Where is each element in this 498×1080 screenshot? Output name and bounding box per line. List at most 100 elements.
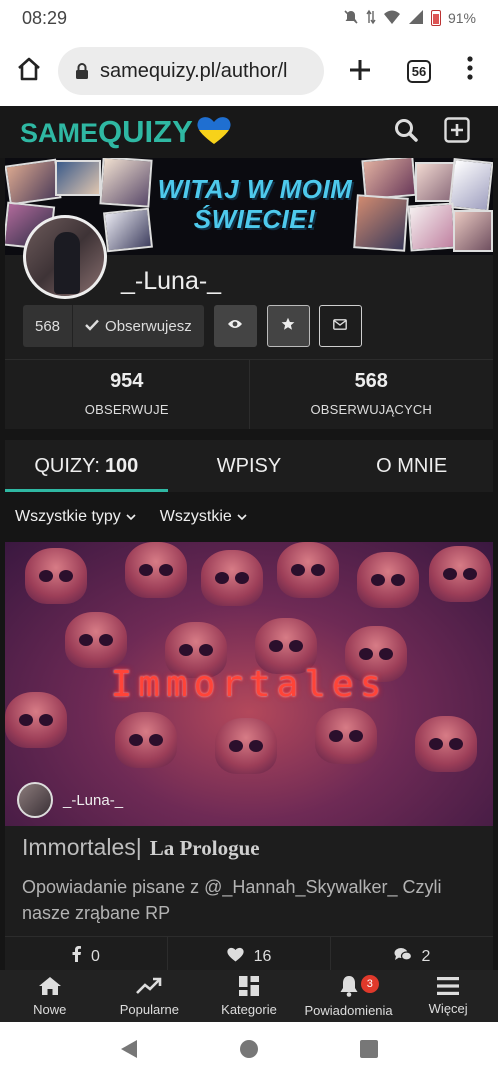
eye-icon xyxy=(227,317,243,335)
facebook-icon xyxy=(72,946,82,967)
quiz-description: Opowiadanie pisane z @_Hannah_Skywalker_… xyxy=(22,877,442,923)
message-button[interactable] xyxy=(318,305,362,347)
quiz-card[interactable]: Immortales _-Luna-_ Immortales| La Prolo… xyxy=(5,542,493,970)
wifi-icon xyxy=(383,9,401,28)
skull-2 xyxy=(125,542,187,598)
home-circle-icon[interactable] xyxy=(239,1039,259,1064)
tab-quizzes-count: 100 xyxy=(104,454,139,477)
star-icon xyxy=(281,317,295,336)
author-name: _-Luna-_ xyxy=(63,791,124,809)
following-count: 954 xyxy=(110,370,144,392)
quiz-cover-image[interactable]: Immortales _-Luna-_ xyxy=(5,542,493,826)
followers-stat[interactable]: 568 OBSERWUJĄCYCH xyxy=(248,360,494,429)
tab-about-label: O MNIE xyxy=(376,454,448,477)
filters-row: Wszystkie typy Wszystkie xyxy=(0,492,498,542)
banner-art-1 xyxy=(5,158,62,206)
banner-greeting: WITAJ W MOIM ŚWIECIE! xyxy=(155,174,355,234)
browser-toolbar: samequizy.pl/author/l 56 xyxy=(0,36,498,106)
kebab-menu-icon xyxy=(467,55,473,87)
type-filter-dropdown[interactable]: Wszystkie typy xyxy=(15,508,136,526)
nav-categories[interactable]: Kategorie xyxy=(199,970,299,1022)
nav-categories-label: Kategorie xyxy=(221,1001,277,1017)
address-bar[interactable]: samequizy.pl/author/l xyxy=(58,47,324,95)
bottom-navigation: Nowe Popularne Kategorie 3 Powiadomienia… xyxy=(0,970,498,1022)
nav-more[interactable]: Więcej xyxy=(398,970,498,1022)
watch-button[interactable] xyxy=(213,305,257,347)
nav-more-label: Więcej xyxy=(428,1000,468,1016)
skull-7 xyxy=(65,612,127,668)
quiz-title-main: Immortales| xyxy=(22,834,142,860)
status-filter-dropdown[interactable]: Wszystkie xyxy=(160,508,247,526)
banner-line-1: WITAJ W MOIM xyxy=(157,174,353,204)
android-navigation-bar xyxy=(0,1022,498,1080)
cover-title-text: Immortales xyxy=(110,664,388,705)
skull-15 xyxy=(415,716,477,772)
search-icon[interactable] xyxy=(394,118,418,147)
skull-14 xyxy=(315,708,377,764)
home-icon xyxy=(38,976,62,999)
share-count: 0 xyxy=(91,947,100,965)
quiz-title[interactable]: Immortales| La Prologue xyxy=(22,834,260,861)
skull-12 xyxy=(115,712,177,768)
logo-quizy: QUIZY xyxy=(98,114,193,149)
like-button[interactable]: 16 xyxy=(167,937,330,970)
status-bar: 08:29 91% xyxy=(0,0,498,36)
nav-new[interactable]: Nowe xyxy=(0,970,100,1022)
recents-icon[interactable] xyxy=(359,1039,378,1063)
home-button[interactable] xyxy=(0,36,58,106)
share-facebook-button[interactable]: 0 xyxy=(5,937,167,970)
tab-quizzes[interactable]: QUIZY: 100 xyxy=(5,440,168,492)
skull-6 xyxy=(429,546,491,602)
type-filter-label: Wszystkie typy xyxy=(15,508,121,525)
comment-count: 2 xyxy=(421,947,431,965)
banner-line-2: ŚWIECIE! xyxy=(193,204,317,234)
author-avatar xyxy=(17,782,53,818)
nav-notifications[interactable]: 3 Powiadomienia xyxy=(299,970,399,1022)
banner-art-3 xyxy=(99,158,153,208)
status-time: 08:29 xyxy=(22,7,68,28)
site-logo[interactable]: SAME QUIZY xyxy=(20,114,233,150)
avatar[interactable] xyxy=(23,215,107,299)
skull-4 xyxy=(277,542,339,598)
battery-icon xyxy=(430,10,441,26)
follow-button[interactable]: Obserwujesz xyxy=(73,305,204,347)
tab-count: 56 xyxy=(406,59,432,83)
tab-switcher-button[interactable]: 56 xyxy=(396,36,442,106)
url-text: samequizy.pl/author/l xyxy=(100,59,288,82)
tab-posts[interactable]: WPISY xyxy=(168,440,331,492)
home-icon xyxy=(16,56,42,87)
tab-quizzes-label: QUIZY: xyxy=(34,454,100,477)
add-quiz-icon[interactable] xyxy=(444,116,470,148)
browser-menu-button[interactable] xyxy=(442,36,498,106)
profile-stats: 954 OBSERWUJE 568 OBSERWUJĄCYCH xyxy=(5,359,493,429)
skull-5 xyxy=(357,552,419,608)
chevron-down-icon xyxy=(237,508,247,526)
like-count: 16 xyxy=(253,947,272,965)
follow-label: Obserwujesz xyxy=(105,317,192,335)
following-label: OBSERWUJE xyxy=(84,402,169,417)
menu-icon xyxy=(437,976,460,998)
back-icon[interactable] xyxy=(120,1039,138,1064)
skull-1 xyxy=(25,548,87,604)
follower-count-button[interactable]: 568 xyxy=(23,305,74,347)
comments-button[interactable]: 2 xyxy=(330,937,493,970)
lock-icon xyxy=(72,62,92,80)
quiz-author[interactable]: _-Luna-_ xyxy=(17,782,123,818)
tab-about[interactable]: O MNIE xyxy=(330,440,493,492)
chevron-down-icon xyxy=(126,508,136,526)
banner-art-11 xyxy=(453,210,493,252)
banner-art-8 xyxy=(448,158,493,212)
nav-popular[interactable]: Popularne xyxy=(100,970,200,1022)
envelope-icon xyxy=(333,317,348,335)
grid-icon xyxy=(238,975,259,999)
profile-card: _-Luna-_ 568 Obserwujesz 954 OBSERWUJE 5… xyxy=(5,215,493,429)
signal-icon xyxy=(408,9,424,28)
favorite-button[interactable] xyxy=(266,305,310,347)
data-arrows-icon xyxy=(366,9,376,28)
new-tab-button[interactable] xyxy=(324,36,396,106)
following-stat[interactable]: 954 OBSERWUJE xyxy=(5,360,249,429)
trending-icon xyxy=(136,976,162,999)
banner-art-5 xyxy=(103,207,153,253)
banner-art-9 xyxy=(353,194,409,252)
site-header: SAME QUIZY xyxy=(0,106,498,158)
